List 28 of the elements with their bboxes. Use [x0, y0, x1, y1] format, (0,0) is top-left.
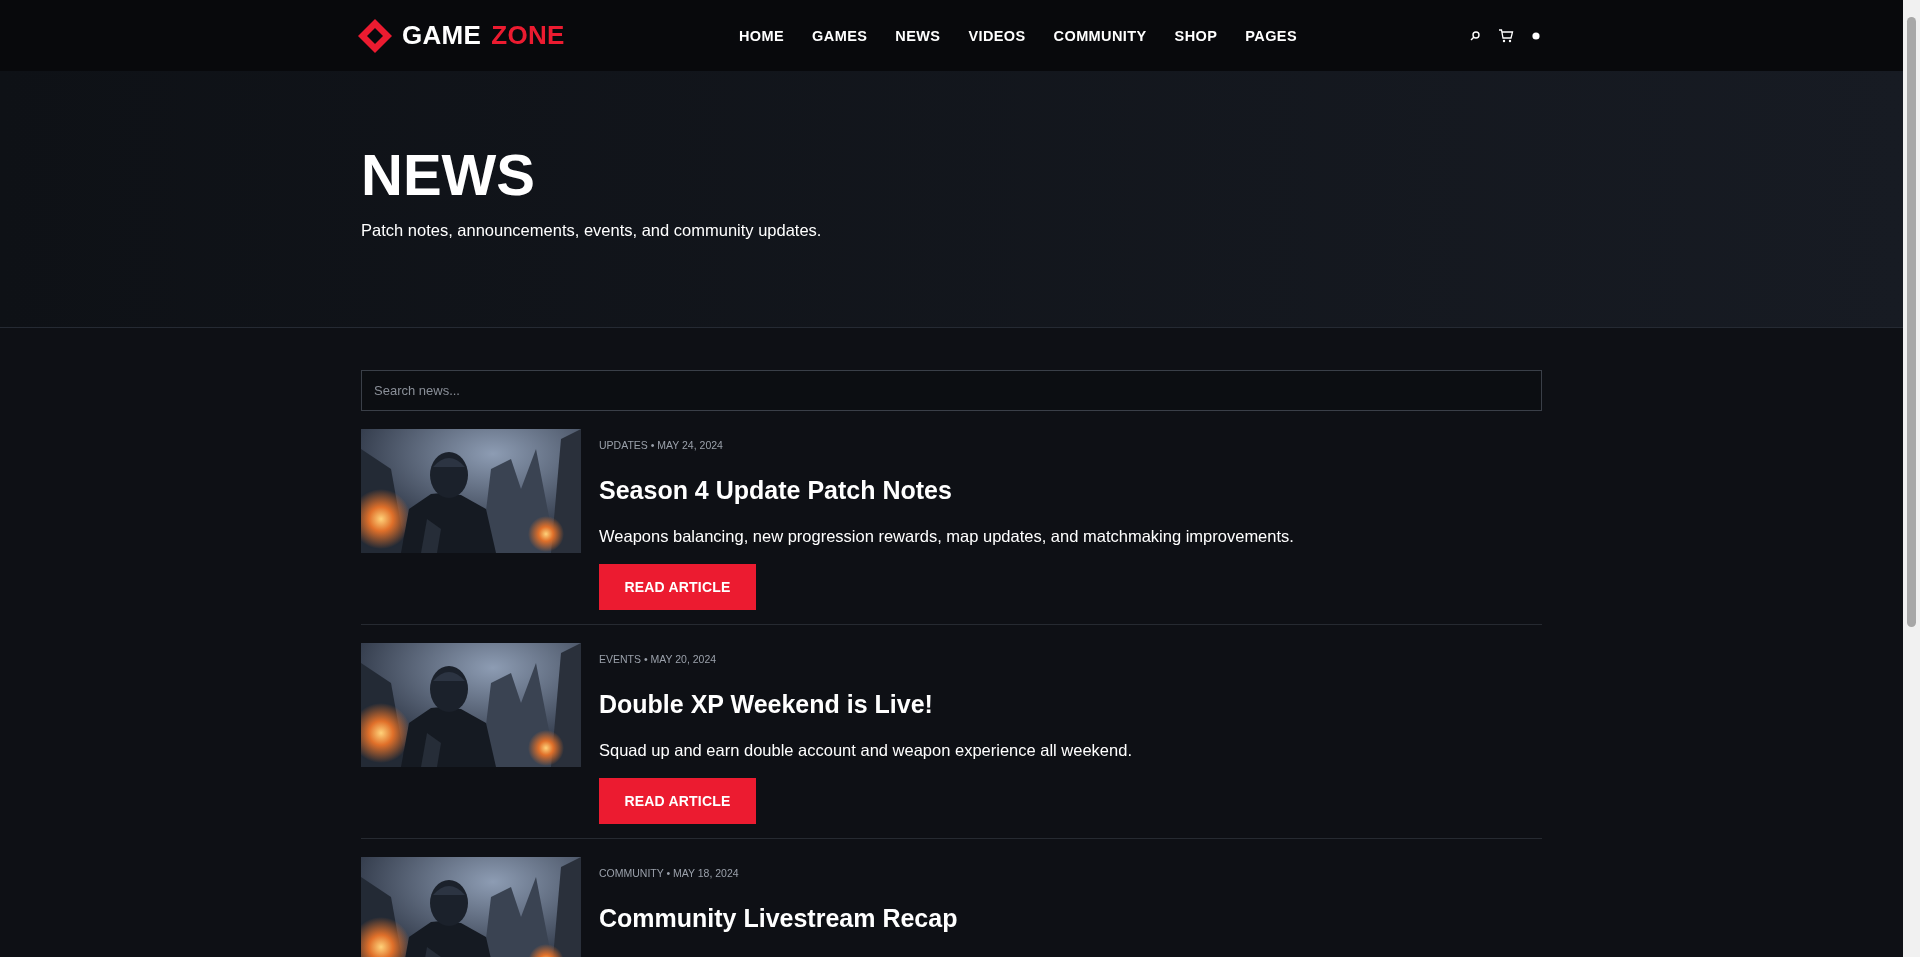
nav-link[interactable]: PAGES — [1245, 27, 1297, 44]
search-icon[interactable] — [1470, 30, 1480, 41]
article-title[interactable]: Double XP Weekend is Live! — [599, 690, 1542, 719]
article-summary: Weapons balancing, new progression rewards, map updates, and matchmaking improvements. — [599, 527, 1295, 546]
diamond-logo-icon[interactable] — [356, 16, 394, 55]
nav-link[interactable]: SHOP — [1174, 27, 1218, 44]
article-meta: UPDATES • MAY 24, 2024 — [599, 439, 724, 451]
article-title[interactable]: Community Livestream Recap — [599, 904, 1542, 933]
read-article-button[interactable]: READ ARTICLE — [599, 778, 756, 824]
logo-text[interactable]: GAME — [402, 20, 482, 51]
nav-link[interactable]: GAMES — [812, 27, 868, 44]
article-title[interactable]: Season 4 Update Patch Notes — [599, 476, 1542, 505]
article-summary: Squad up and earn double account and weapon experience all weekend. — [599, 741, 1133, 760]
nav-link[interactable]: HOME — [739, 27, 785, 44]
page-subtitle: Patch notes, announcements, events, and community updates. — [361, 221, 823, 240]
read-article-button[interactable]: READ ARTICLE — [599, 564, 756, 610]
scrollbar[interactable] — [1903, 0, 1920, 957]
cart-icon[interactable] — [1498, 28, 1514, 43]
page-title: NEWS — [361, 141, 536, 207]
article-meta: EVENTS • MAY 20, 2024 — [599, 653, 718, 665]
logo-text[interactable]: ZONE — [491, 20, 565, 51]
scrollbar-thumb[interactable] — [1907, 17, 1916, 627]
search-field[interactable]: Search news... — [361, 370, 1542, 411]
article-meta: COMMUNITY • MAY 18, 2024 — [599, 867, 740, 879]
nav-link[interactable]: VIDEOS — [968, 27, 1026, 44]
user-icon[interactable] — [1532, 31, 1540, 40]
nav-link[interactable]: COMMUNITY — [1053, 27, 1147, 44]
nav-link[interactable]: NEWS — [895, 27, 941, 44]
